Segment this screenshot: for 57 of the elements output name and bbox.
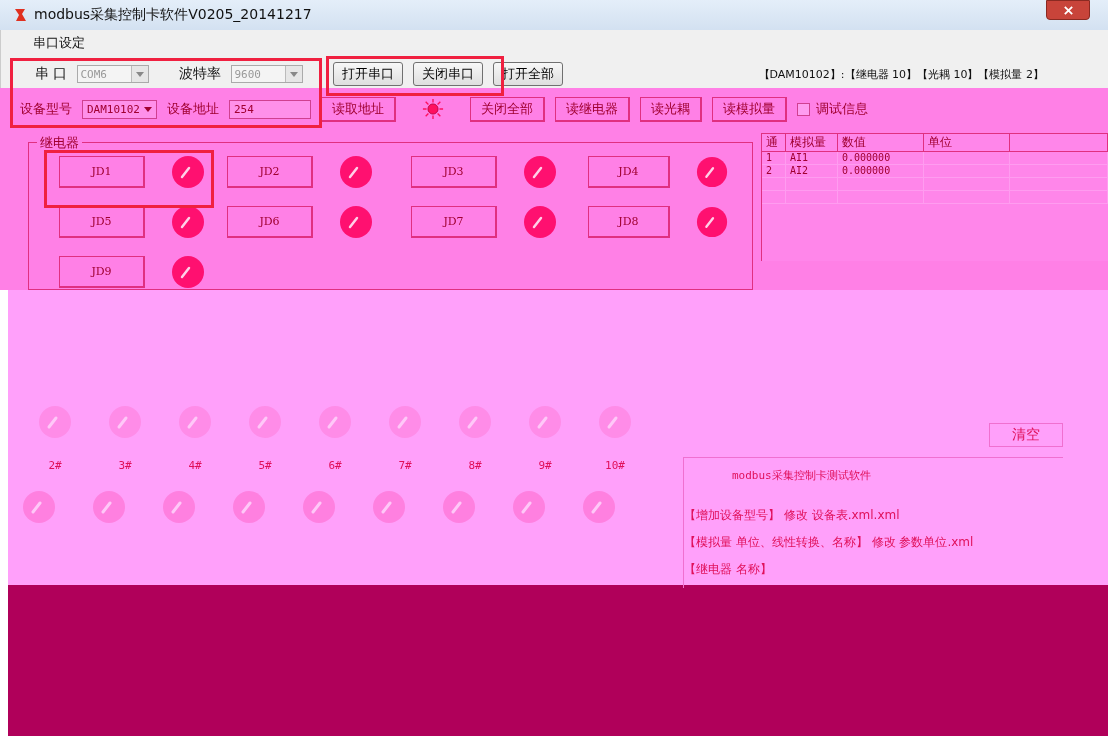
relay-button[interactable]: JD8 — [588, 206, 670, 238]
window-title: modbus采集控制卡软件V0205_20141217 — [34, 6, 313, 24]
relay-button[interactable]: JD3 — [411, 156, 497, 188]
serial-button[interactable]: 打开串口 — [333, 62, 404, 86]
relay-button[interactable]: JD1 — [59, 156, 145, 188]
column-header: 单位 — [924, 134, 1010, 151]
table-cell: 2 — [762, 165, 786, 177]
lamp-label: 4# — [188, 459, 202, 472]
serial-button[interactable]: 关闭串口 — [413, 62, 484, 86]
column-header: 通 — [762, 134, 786, 151]
caret-icon — [144, 106, 152, 112]
device-address-label: 设备地址 — [167, 100, 219, 118]
debug-checkbox[interactable]: 调试信息 — [797, 100, 868, 118]
group-legend: 继电器 — [37, 134, 82, 152]
column-header: 数值 — [838, 134, 924, 151]
lamp-label: 5# — [258, 459, 272, 472]
table-cell: 1 — [762, 152, 786, 164]
relay-button[interactable]: JD5 — [59, 206, 145, 238]
device-address-field[interactable]: 254 — [229, 99, 311, 119]
command-button[interactable]: 读继电器 — [555, 96, 630, 122]
relay-button[interactable]: JD7 — [411, 206, 497, 238]
relay-button[interactable]: JD6 — [227, 206, 313, 238]
port-label: 串 口 — [35, 65, 68, 83]
log-line: modbus采集控制卡测试软件 — [731, 468, 872, 483]
baud-rate-label: 波特率 — [179, 65, 222, 83]
table-cell: AI2 — [786, 165, 838, 177]
table-cell: 0.000000 — [838, 165, 924, 177]
log-line: 【增加设备型号】 修改 设备表.xml.xml — [684, 507, 901, 524]
column-header: 模拟量 — [786, 134, 838, 151]
lamp-label: 3# — [118, 459, 132, 472]
close-button[interactable] — [1046, 0, 1090, 20]
lamp-label: 7# — [398, 459, 412, 472]
clear-button[interactable]: 清空 — [989, 423, 1063, 447]
relay-button[interactable]: JD9 — [59, 256, 145, 288]
read-address-button[interactable]: 读取地址 — [321, 96, 396, 122]
caret-icon — [290, 71, 299, 77]
log-line: 【继电器 名称】 — [684, 561, 773, 578]
device-model-dropdown[interactable]: DAM10102 — [82, 99, 157, 119]
relay-button[interactable]: JD4 — [588, 156, 670, 188]
group-legend: 串口设定 — [23, 34, 89, 52]
device-info-text: 【DAM10102】:【继电器 10】【光耦 10】【模拟量 2】 — [758, 66, 1044, 82]
device-model-label: 设备型号 — [20, 100, 72, 118]
command-button[interactable]: 读模拟量 — [712, 96, 787, 122]
lamp-label: 6# — [328, 459, 342, 472]
app-logo-icon — [12, 7, 28, 23]
lamp-label: 8# — [468, 459, 482, 472]
lamp-label: 10# — [605, 459, 625, 472]
close-icon — [1062, 4, 1074, 16]
table-cell: AI1 — [786, 152, 838, 164]
lamp-label: 9# — [538, 459, 552, 472]
command-button[interactable]: 关闭全部 — [470, 96, 545, 122]
log-line: 【模拟量 单位、线性转换、名称】 修改 参数单位.xml — [684, 534, 975, 551]
relay-button[interactable]: JD2 — [227, 156, 313, 188]
table-cell: 0.000000 — [838, 152, 924, 164]
caret-icon — [136, 71, 145, 77]
lamp-label: 2# — [48, 459, 62, 472]
command-button[interactable]: 读光耦 — [640, 96, 702, 122]
